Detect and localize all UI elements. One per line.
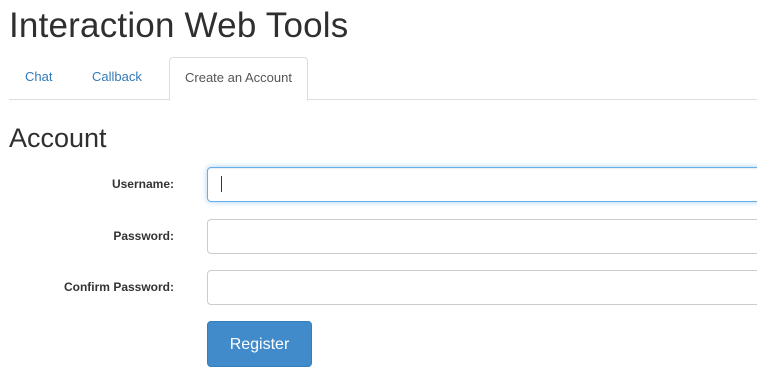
tab-create-account[interactable]: Create an Account: [169, 57, 308, 101]
username-label: Username:: [111, 177, 174, 191]
username-field[interactable]: [207, 167, 757, 202]
confirm-password-field[interactable]: [207, 270, 757, 305]
section-title: Account: [9, 123, 107, 153]
tab-bar: Chat Callback Create an Account: [9, 57, 757, 101]
password-label: Password:: [113, 229, 174, 243]
tab-callback[interactable]: Callback: [92, 57, 142, 100]
app-title: Interaction Web Tools: [9, 6, 349, 45]
page: Interaction Web Tools Chat Callback Crea…: [0, 0, 757, 367]
confirm-password-label: Confirm Password:: [63, 280, 174, 294]
tab-chat[interactable]: Chat: [25, 57, 52, 100]
password-field[interactable]: [207, 219, 757, 254]
register-button[interactable]: Register: [207, 321, 312, 367]
text-caret: [221, 176, 222, 192]
